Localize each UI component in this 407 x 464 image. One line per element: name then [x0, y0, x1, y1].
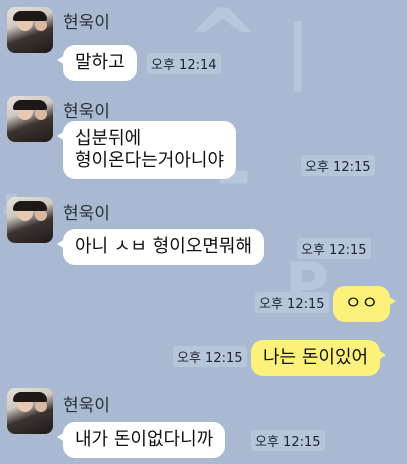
message-bubble[interactable]: 말하고	[57, 45, 137, 81]
message-line: 형이온다는거아니야	[75, 150, 225, 171]
message-time: 오후 12:15	[173, 346, 247, 367]
avatar[interactable]	[7, 197, 53, 243]
sender-name: 현욱이	[63, 102, 110, 122]
message-time: 오후 12:15	[251, 430, 325, 451]
message-time: 오후 12:14	[147, 53, 221, 74]
message-line: 십분뒤에	[75, 128, 142, 149]
sender-name: 현욱이	[63, 396, 110, 416]
message-time: 오후 12:15	[255, 292, 329, 313]
message-bubble[interactable]: 내가 돈이없다니까	[56, 422, 226, 458]
sender-name: 현욱이	[63, 13, 110, 33]
sender-name: 현욱이	[63, 204, 110, 224]
avatar[interactable]	[7, 7, 53, 53]
avatar[interactable]	[7, 388, 53, 434]
message-time: 오후 12:15	[297, 238, 371, 259]
message-bubble[interactable]: ㅇㅇ	[333, 286, 397, 322]
background-decoration: ^	[185, 0, 261, 95]
background-decoration: |	[285, 10, 311, 92]
avatar[interactable]	[7, 96, 53, 142]
message-time: 오후 12:15	[301, 155, 375, 176]
message-bubble[interactable]: 나는 돈이있어	[251, 340, 387, 376]
message-bubble[interactable]: 십분뒤에 형이온다는거아니야	[56, 121, 237, 179]
message-bubble[interactable]: 아니 ㅅㅂ 형이오면뭐해	[56, 229, 265, 265]
